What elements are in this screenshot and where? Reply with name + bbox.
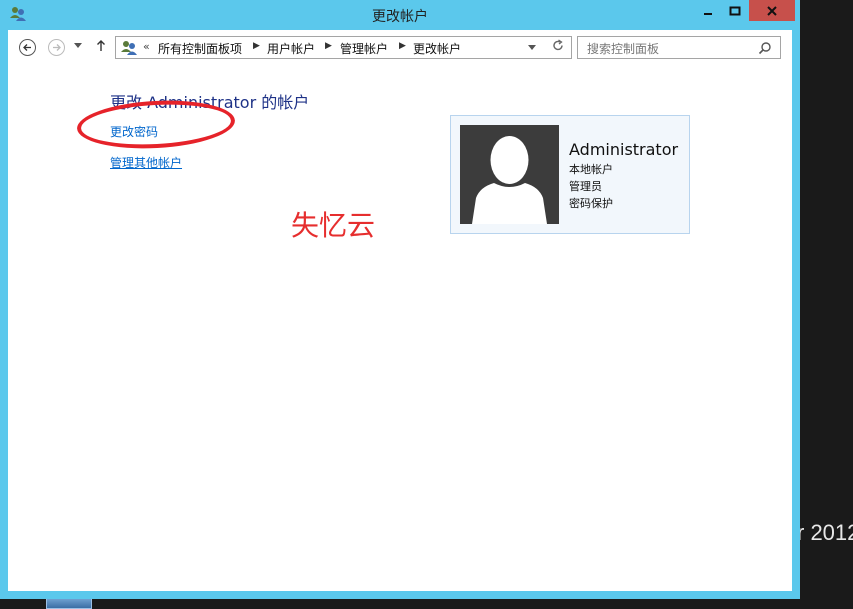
control-panel-icon: [120, 40, 138, 56]
window-content: « 所有控制面板项 ▶ 用户帐户 ▶ 管理帐户 ▶ 更改帐户 更改 Ad: [8, 30, 792, 591]
up-arrow-icon: [97, 40, 105, 51]
taskbar-thumbnail[interactable]: [46, 598, 92, 609]
breadcrumb-all-items[interactable]: 所有控制面板项: [158, 40, 242, 57]
refresh-icon[interactable]: [552, 39, 564, 56]
account-name: Administrator: [569, 140, 679, 159]
account-password-status: 密码保护: [569, 197, 613, 210]
recent-locations-dropdown[interactable]: [74, 43, 82, 48]
account-role: 管理员: [569, 180, 602, 193]
window-title: 更改帐户: [372, 9, 428, 25]
watermark-text: 失忆云: [291, 209, 376, 242]
forward-arrow-icon: [53, 44, 61, 51]
account-type: 本地帐户: [569, 163, 613, 176]
breadcrumb-overflow[interactable]: «: [143, 40, 150, 53]
breadcrumb-separator-icon[interactable]: ▶: [253, 41, 260, 51]
manage-other-accounts-link[interactable]: 管理其他帐户: [110, 154, 182, 171]
breadcrumb-change-account[interactable]: 更改帐户: [413, 40, 461, 57]
up-level-button[interactable]: [96, 38, 106, 56]
address-dropdown[interactable]: [528, 45, 536, 50]
breadcrumb-manage-accounts[interactable]: 管理帐户: [340, 40, 388, 57]
search-icon[interactable]: [758, 40, 772, 59]
avatar: [460, 125, 559, 224]
search-input[interactable]: [578, 37, 759, 60]
breadcrumb-separator-icon[interactable]: ▶: [399, 41, 406, 51]
forward-button[interactable]: [48, 39, 65, 56]
minimize-button[interactable]: [695, 0, 721, 21]
navigation-bar: « 所有控制面板项 ▶ 用户帐户 ▶ 管理帐户 ▶ 更改帐户: [8, 30, 792, 66]
title-bar[interactable]: 更改帐户: [0, 0, 800, 29]
breadcrumb-user-accounts[interactable]: 用户帐户: [267, 40, 315, 57]
back-button[interactable]: [19, 39, 36, 56]
user-silhouette-icon: [472, 136, 547, 224]
close-button[interactable]: [749, 0, 795, 21]
search-box[interactable]: [577, 36, 781, 60]
back-arrow-icon: [23, 44, 31, 51]
change-account-window: 更改帐户 « 所有控制面板项 ▶ 用户帐户 ▶ 管理帐户 ▶ 更改帐户 搜索控制…: [0, 0, 800, 599]
desktop-background-text: r 2012: [797, 520, 853, 545]
maximize-button[interactable]: [722, 0, 748, 21]
breadcrumb-separator-icon[interactable]: ▶: [325, 41, 332, 51]
account-card: Administrator 本地帐户 管理员 密码保护: [450, 115, 690, 234]
address-bar[interactable]: « 所有控制面板项 ▶ 用户帐户 ▶ 管理帐户 ▶ 更改帐户: [115, 36, 572, 59]
red-annotation-ellipse: [75, 96, 237, 153]
close-icon: [767, 5, 777, 16]
